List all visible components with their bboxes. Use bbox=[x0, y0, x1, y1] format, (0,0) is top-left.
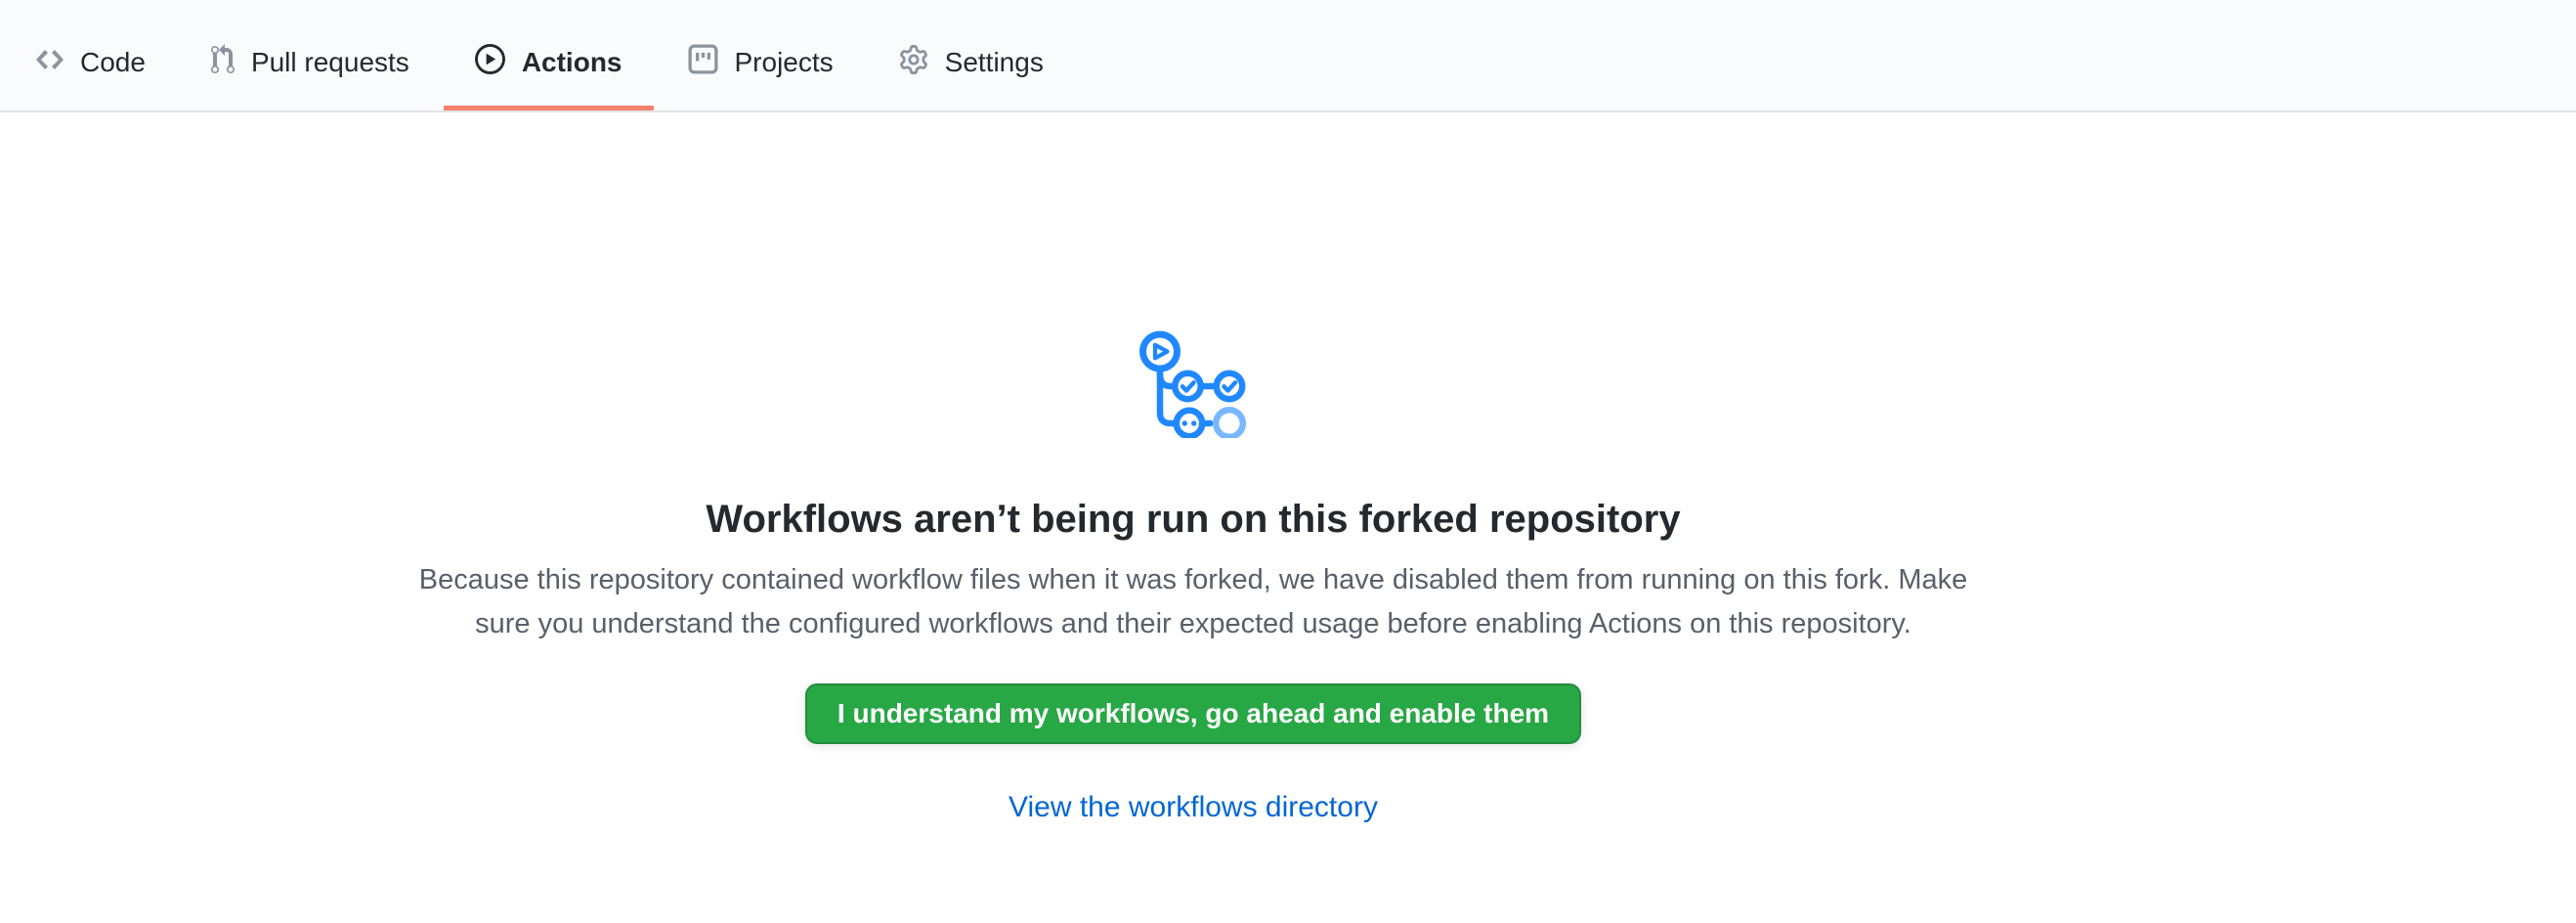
tab-actions[interactable]: Actions bbox=[444, 14, 654, 110]
tab-pull-requests[interactable]: Pull requests bbox=[180, 14, 441, 110]
gear-icon bbox=[899, 45, 928, 74]
enable-workflows-button[interactable]: I understand my workflows, go ahead and … bbox=[805, 683, 1581, 744]
code-icon bbox=[36, 44, 64, 75]
workflow-graph-icon bbox=[1139, 330, 1247, 438]
repo-tab-bar: Code Pull requests Actions Projects bbox=[0, 0, 2576, 112]
tab-projects[interactable]: Projects bbox=[657, 14, 865, 110]
git-pull-request-icon bbox=[211, 44, 235, 75]
view-workflows-directory-link[interactable]: View the workflows directory bbox=[1009, 791, 1378, 823]
tab-settings-label: Settings bbox=[945, 47, 1044, 78]
tab-code-label: Code bbox=[80, 47, 146, 78]
page-title: Workflows aren’t being run on this forke… bbox=[0, 496, 2386, 543]
blankslate-description: Because this repository contained workfl… bbox=[382, 558, 2004, 646]
tab-settings[interactable]: Settings bbox=[868, 14, 1075, 110]
actions-blankslate: Workflows aren’t being run on this forke… bbox=[0, 112, 2576, 827]
project-icon bbox=[688, 44, 718, 74]
tab-pull-requests-label: Pull requests bbox=[251, 47, 409, 78]
tab-code[interactable]: Code bbox=[5, 14, 177, 110]
tab-actions-label: Actions bbox=[522, 47, 623, 78]
play-icon bbox=[475, 44, 505, 74]
tab-projects-label: Projects bbox=[735, 47, 834, 78]
